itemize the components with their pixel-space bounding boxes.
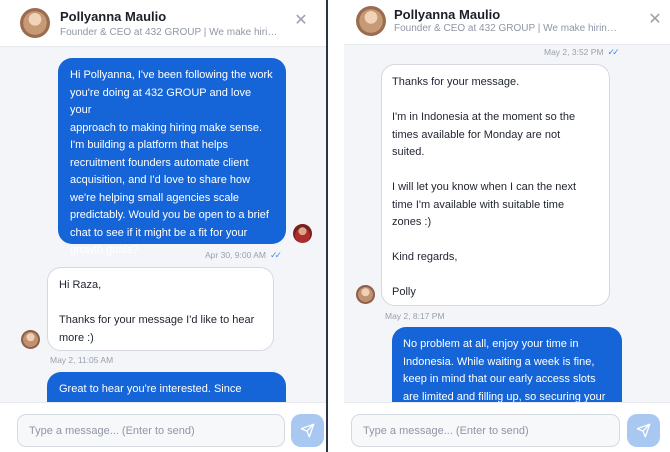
contact-subtitle: Founder & CEO at 432 GROUP | We make hir… — [60, 27, 282, 38]
close-icon[interactable]: ✕ — [648, 12, 662, 28]
send-icon — [636, 423, 651, 438]
chat-panel-left: Pollyanna Maulio Founder & CEO at 432 GR… — [0, 0, 328, 452]
contact-name[interactable]: Pollyanna Maulio — [60, 9, 166, 24]
message-bubble-incoming: Hi Raza, Thanks for your message I'd lik… — [47, 267, 274, 351]
message-bubble-outgoing: Hi Pollyanna, I've been following the wo… — [58, 58, 286, 256]
contact-subtitle: Founder & CEO at 432 GROUP | We make hir… — [394, 23, 620, 34]
contact-name[interactable]: Pollyanna Maulio — [394, 7, 500, 22]
composer — [344, 402, 670, 452]
composer — [0, 402, 326, 452]
message-timestamp: May 2, 3:52 PM ✓✓ — [544, 47, 620, 58]
message-input[interactable] — [351, 414, 620, 447]
contact-avatar-small — [356, 285, 375, 304]
timestamp-text: May 2, 3:52 PM — [544, 47, 604, 57]
send-icon — [300, 423, 315, 438]
chat-header: Pollyanna Maulio Founder & CEO at 432 GR… — [344, 0, 670, 45]
close-icon[interactable]: ✕ — [294, 13, 308, 29]
contact-avatar[interactable] — [20, 8, 50, 38]
read-receipt-icon: ✓✓ — [607, 47, 620, 57]
send-button[interactable] — [291, 414, 324, 447]
message-timestamp: May 2, 11:05 AM — [50, 355, 114, 365]
contact-avatar-small — [21, 330, 40, 349]
send-button[interactable] — [627, 414, 660, 447]
contact-avatar[interactable] — [356, 6, 386, 36]
chat-panel-right: Pollyanna Maulio Founder & CEO at 432 GR… — [344, 0, 670, 452]
message-timestamp: May 2, 8:17 PM — [385, 311, 445, 321]
read-receipt-icon: ✓✓ — [269, 250, 282, 260]
message-input[interactable] — [17, 414, 285, 447]
message-bubble-incoming: Thanks for your message. I'm in Indonesi… — [381, 64, 610, 306]
chat-header: Pollyanna Maulio Founder & CEO at 432 GR… — [0, 0, 326, 47]
sender-avatar — [293, 224, 312, 243]
message-timestamp: Apr 30, 9:00 AM ✓✓ — [205, 250, 282, 261]
timestamp-text: Apr 30, 9:00 AM — [205, 250, 266, 260]
